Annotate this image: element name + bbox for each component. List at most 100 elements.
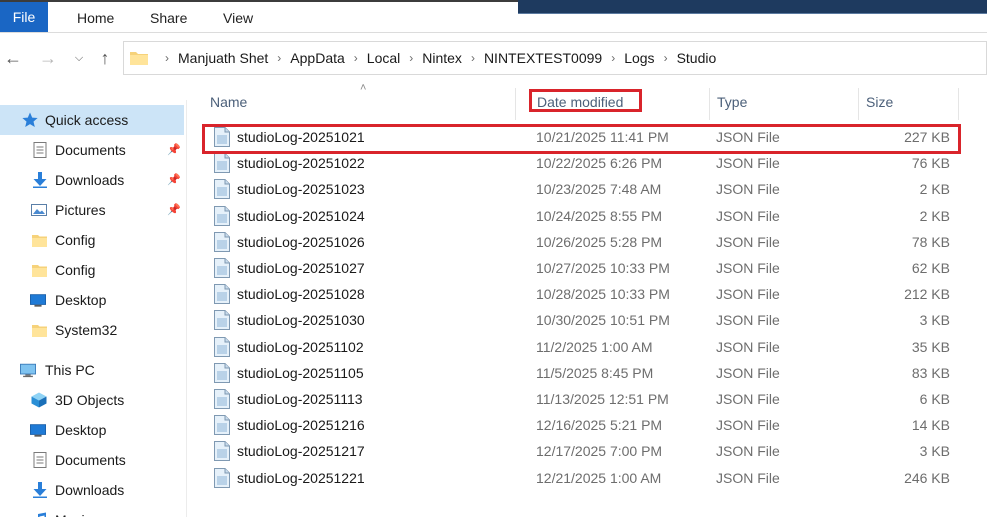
breadcrumb-chevron-icon[interactable]: › <box>664 42 668 74</box>
table-row[interactable]: studioLog-20251028 10/28/2025 10:33 PM J… <box>202 281 962 307</box>
file-date-modified: 10/24/2025 8:55 PM <box>536 207 663 224</box>
table-row[interactable]: studioLog-20251221 12/21/2025 1:00 AM JS… <box>202 465 962 491</box>
pictures-icon <box>31 204 47 216</box>
sidebar-item-this-pc[interactable]: This PC <box>0 355 184 385</box>
file-size: 2 KB <box>919 181 950 198</box>
sidebar-item-music[interactable]: Music <box>0 505 184 517</box>
table-row[interactable]: studioLog-20251113 11/13/2025 12:51 PM J… <box>202 386 962 412</box>
sidebar-item-label: Desktop <box>55 292 107 308</box>
file-size: 76 KB <box>911 155 950 172</box>
table-row[interactable]: studioLog-20251105 11/5/2025 8:45 PM JSO… <box>202 360 962 386</box>
sidebar-item-desktop-pc[interactable]: Desktop <box>0 415 184 445</box>
sidebar-item-label: Config <box>55 262 96 278</box>
file-size: 35 KB <box>911 338 950 355</box>
breadcrumb-logs[interactable]: Logs <box>624 42 654 74</box>
json-file-icon <box>214 179 230 200</box>
breadcrumb-studio[interactable]: Studio <box>677 42 717 74</box>
breadcrumb-chevron-icon[interactable]: › <box>354 42 358 74</box>
sidebar-item-desktop[interactable]: Desktop <box>0 285 184 315</box>
file-type: JSON File <box>716 338 780 355</box>
table-row[interactable]: studioLog-20251024 10/24/2025 8:55 PM JS… <box>202 203 962 229</box>
breadcrumb-appdata[interactable]: AppData <box>290 42 344 74</box>
json-file-icon <box>214 284 230 305</box>
pin-icon: 📌 <box>167 204 181 216</box>
file-type: JSON File <box>716 286 780 303</box>
sidebar-item-system32[interactable]: System32 <box>0 315 184 345</box>
tab-file[interactable]: File <box>0 2 48 32</box>
sidebar-item-3d-objects[interactable]: 3D Objects <box>0 385 184 415</box>
file-size: 3 KB <box>919 312 950 329</box>
file-name: studioLog-20251022 <box>237 155 365 172</box>
up-arrow-icon[interactable]: ↑ <box>94 38 116 78</box>
breadcrumb-chevron-icon[interactable]: › <box>611 42 615 74</box>
table-row[interactable]: studioLog-20251216 12/16/2025 5:21 PM JS… <box>202 412 962 438</box>
table-row[interactable]: studioLog-20251217 12/17/2025 7:00 PM JS… <box>202 438 962 464</box>
forward-arrow-icon[interactable]: → <box>37 38 59 78</box>
file-size: 2 KB <box>919 207 950 224</box>
table-row[interactable]: studioLog-20251026 10/26/2025 5:28 PM JS… <box>202 229 962 255</box>
back-arrow-icon[interactable]: ← <box>2 38 24 78</box>
file-size: 212 KB <box>904 286 950 303</box>
file-name: studioLog-20251105 <box>237 364 364 381</box>
tab-home[interactable]: Home <box>77 4 114 32</box>
column-divider[interactable] <box>709 88 710 120</box>
3d-objects-icon <box>31 392 47 408</box>
tab-share[interactable]: Share <box>150 4 187 32</box>
breadcrumb-chevron-icon[interactable]: › <box>471 42 475 74</box>
sidebar-item-documents[interactable]: Documents 📌 <box>0 135 184 165</box>
folder-icon <box>32 235 47 247</box>
table-row[interactable]: studioLog-20251102 11/2/2025 1:00 AM JSO… <box>202 334 962 360</box>
file-date-modified: 10/27/2025 10:33 PM <box>536 260 670 276</box>
sidebar-item-documents-pc[interactable]: Documents <box>0 445 184 475</box>
breadcrumb-local[interactable]: Local <box>367 42 400 74</box>
table-row[interactable]: studioLog-20251022 10/22/2025 6:26 PM JS… <box>202 150 962 176</box>
highlight-box-date-header <box>529 89 642 112</box>
column-header-type[interactable]: Type <box>717 88 747 116</box>
folder-icon <box>32 265 47 277</box>
file-date-modified: 10/22/2025 6:26 PM <box>536 155 663 172</box>
title-bar-strip <box>518 0 987 14</box>
sidebar-item-label: Documents <box>55 452 126 468</box>
breadcrumb-nintex[interactable]: Nintex <box>422 42 462 74</box>
breadcrumb-chevron-icon: › <box>165 51 169 65</box>
sidebar-item-label: Downloads <box>55 482 125 498</box>
column-divider[interactable] <box>858 88 859 120</box>
star-icon <box>22 112 38 127</box>
recent-locations-chevron-icon[interactable]: ⌵ <box>72 38 86 78</box>
file-size: 246 KB <box>904 469 950 486</box>
json-file-icon <box>214 415 230 436</box>
sidebar-item-config[interactable]: Config <box>0 255 184 285</box>
file-date-modified: 12/16/2025 5:21 PM <box>536 417 663 434</box>
file-size: 62 KB <box>911 260 950 276</box>
breadcrumb-user[interactable]: Manjuath Shet <box>178 42 268 74</box>
breadcrumb-nintextest[interactable]: NINTEXTEST0099 <box>484 42 602 74</box>
sidebar-item-label: 3D Objects <box>55 392 125 408</box>
ribbon-tabs: File Home Share View <box>0 0 987 33</box>
tab-view[interactable]: View <box>223 4 253 32</box>
file-size: 3 KB <box>919 443 950 460</box>
breadcrumb-chevron-icon[interactable]: › <box>409 42 413 74</box>
table-row[interactable]: studioLog-20251030 10/30/2025 10:51 PM J… <box>202 307 962 333</box>
column-divider[interactable] <box>515 88 516 120</box>
sidebar-item-config[interactable]: Config <box>0 225 184 255</box>
sidebar-item-label: Desktop <box>55 422 107 438</box>
file-type: JSON File <box>716 417 780 434</box>
column-header-name[interactable]: Name <box>210 88 247 116</box>
file-date-modified: 11/2/2025 1:00 AM <box>536 338 653 355</box>
column-divider[interactable] <box>958 88 959 120</box>
sidebar-item-downloads[interactable]: Downloads 📌 <box>0 165 184 195</box>
file-name: studioLog-20251217 <box>237 443 365 460</box>
table-row[interactable]: studioLog-20251023 10/23/2025 7:48 AM JS… <box>202 176 962 202</box>
column-header-size[interactable]: Size <box>866 88 893 116</box>
sidebar-item-pictures[interactable]: Pictures 📌 <box>0 195 184 225</box>
sidebar-item-quick-access[interactable]: Quick access <box>0 105 184 135</box>
file-date-modified: 11/5/2025 8:45 PM <box>536 364 654 381</box>
sidebar-item-downloads-pc[interactable]: Downloads <box>0 475 184 505</box>
pin-icon: 📌 <box>167 144 181 156</box>
file-size: 83 KB <box>911 364 950 381</box>
file-type: JSON File <box>716 312 780 329</box>
file-type: JSON File <box>716 391 780 407</box>
breadcrumb-chevron-icon[interactable]: › <box>277 42 281 74</box>
address-bar[interactable]: › Manjuath Shet › AppData › Local › Nint… <box>123 41 987 75</box>
table-row[interactable]: studioLog-20251027 10/27/2025 10:33 PM J… <box>202 255 962 281</box>
